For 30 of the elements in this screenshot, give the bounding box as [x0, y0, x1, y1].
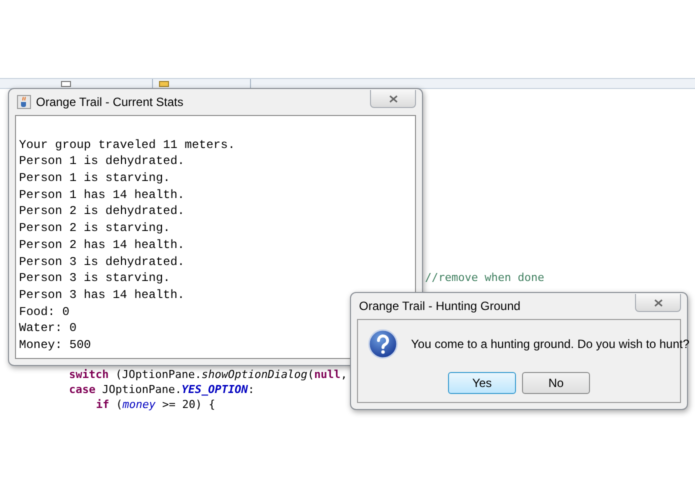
dialog-button[interactable]: No — [522, 372, 590, 394]
stats-line: Person 1 is starving. — [19, 170, 170, 187]
stats-line: Person 3 is dehydrated. — [19, 254, 185, 270]
code-line: //remove when done — [425, 270, 544, 285]
question-icon — [368, 329, 398, 359]
stats-line: Water: 0 — [19, 320, 77, 337]
close-button[interactable] — [635, 294, 681, 312]
stats-line: Food: 0 — [19, 304, 70, 320]
stats-line: Person 2 is starving. — [19, 220, 170, 237]
stats-line: Person 1 has 14 health. — [19, 186, 185, 204]
file-icon — [61, 81, 71, 87]
dialog-message: You come to a hunting ground. Do you wish to hunt? — [411, 337, 690, 351]
stats-line: Money: 500 — [19, 336, 92, 354]
code-line: if (money >= 20) { — [96, 397, 216, 412]
code-line: case JOptionPane.YES_OPTION: — [69, 382, 254, 397]
close-icon — [654, 298, 662, 306]
file-icon — [159, 81, 169, 87]
close-button[interactable] — [370, 90, 416, 108]
stats-line: Person 3 is starving. — [19, 270, 170, 287]
stats-line: Person 2 has 14 health. — [19, 236, 185, 254]
stats-line: Your group traveled 11 meters. — [19, 136, 236, 154]
window-title: Orange Trail - Hunting Ground — [359, 299, 522, 313]
stats-line: Person 1 is dehydrated. — [19, 153, 185, 170]
dialog-button[interactable]: Yes — [448, 372, 516, 394]
window-title: Orange Trail - Current Stats — [36, 95, 184, 109]
stats-line: Person 2 is dehydrated. — [19, 203, 185, 220]
stats-line: Person 3 has 14 health. — [19, 286, 185, 304]
close-icon — [388, 94, 398, 102]
code-line: switch (JOptionPane.showOptionDialog(null, — [69, 367, 348, 382]
java-cup-icon — [17, 95, 31, 109]
